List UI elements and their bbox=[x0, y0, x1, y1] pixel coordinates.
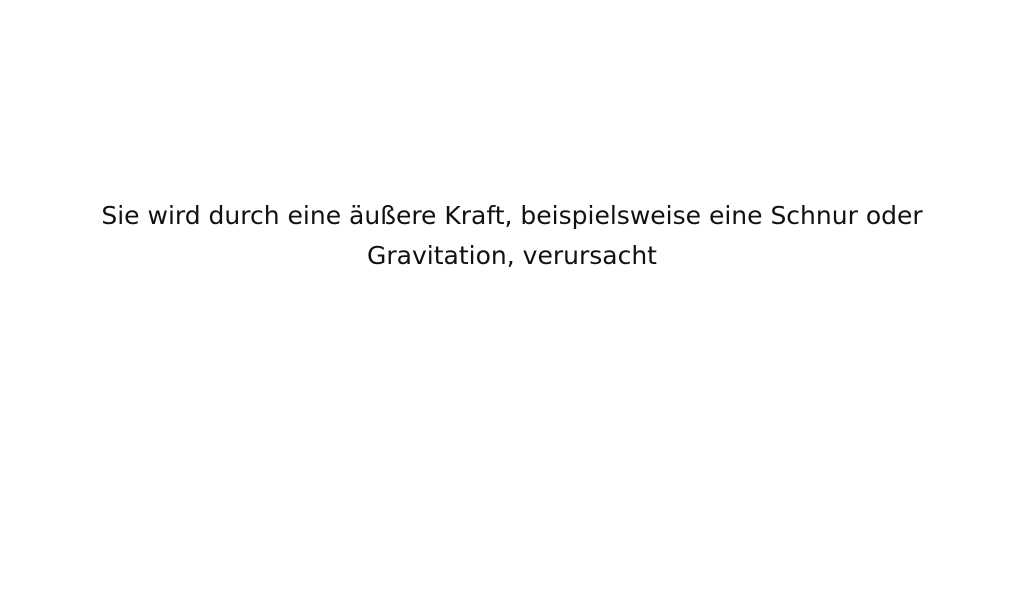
caption-line-1: Sie wird durch eine äußere Kraft, beispi… bbox=[101, 201, 923, 230]
caption-text: Sie wird durch eine äußere Kraft, beispi… bbox=[0, 196, 1024, 276]
caption-line-2: Gravitation, verursacht bbox=[367, 241, 657, 270]
slide-page: Sie wird durch eine äußere Kraft, beispi… bbox=[0, 0, 1024, 598]
